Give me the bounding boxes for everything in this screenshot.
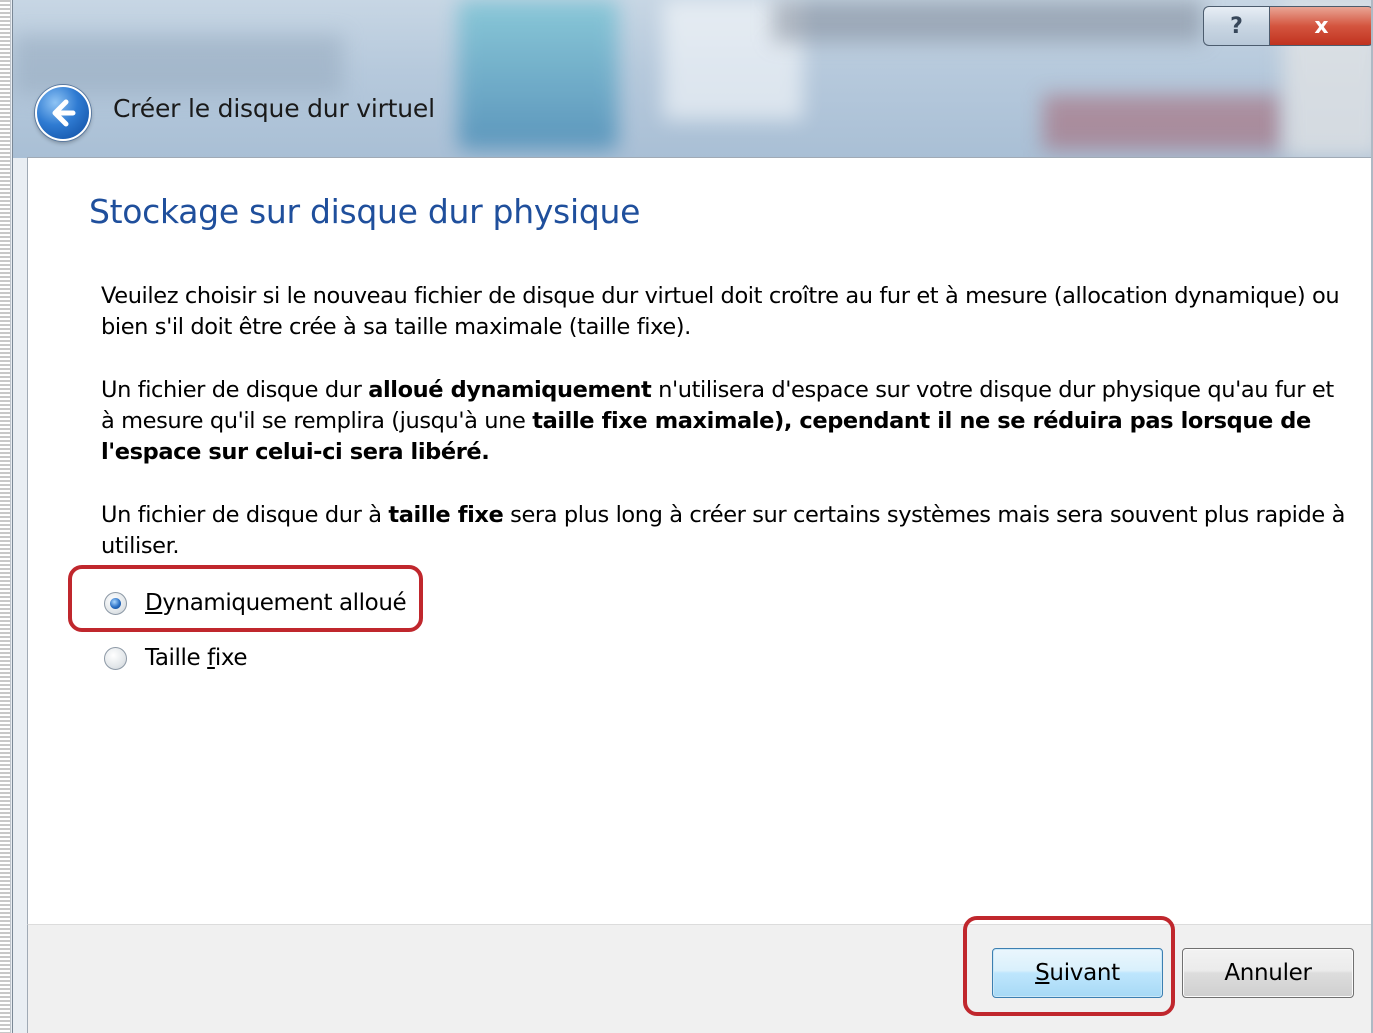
fixed-description: Un fichier de disque dur à taille fixe s… [101,500,1351,562]
radio-label: Taille fixe [145,645,248,671]
title-bar: Créer le disque dur virtuel ? x [13,0,1373,158]
background-blur [1043,95,1283,150]
back-arrow-icon [52,99,76,127]
text: Taille [145,645,208,671]
wizard-window: Créer le disque dur virtuel ? x Stockage… [12,0,1373,1033]
help-button[interactable]: ? [1203,6,1269,46]
highlight-box [68,565,423,632]
text: Un fichier de disque dur [101,377,369,403]
bold-text: taille fixe [388,502,504,528]
back-button[interactable] [35,85,91,141]
radio-unselected-icon[interactable] [104,646,127,670]
close-button[interactable]: x [1269,6,1373,46]
close-icon: x [1314,13,1329,39]
bold-text: alloué dynamiquement [368,377,652,403]
cancel-button[interactable]: Annuler [1182,948,1354,998]
window-title: Créer le disque dur virtuel [113,94,435,123]
wizard-page: Stockage sur disque dur physique Veuilez… [27,157,1373,925]
caption-buttons: ? x [1203,6,1373,46]
background-blur [458,0,618,150]
dynamic-description: Un fichier de disque dur alloué dynamiqu… [101,375,1351,468]
radio-fixed[interactable]: Taille fixe [104,645,248,671]
text: ixe [214,645,248,671]
help-icon: ? [1230,13,1243,39]
background-blur [773,0,1203,42]
mnemonic: f [207,645,215,671]
text: Un fichier de disque dur à [101,502,389,528]
desktop-edge [0,0,11,1033]
highlight-box [963,916,1175,1016]
page-heading: Stockage sur disque dur physique [89,192,641,231]
intro-paragraph: Veuilez choisir si le nouveau fichier de… [101,283,1340,340]
